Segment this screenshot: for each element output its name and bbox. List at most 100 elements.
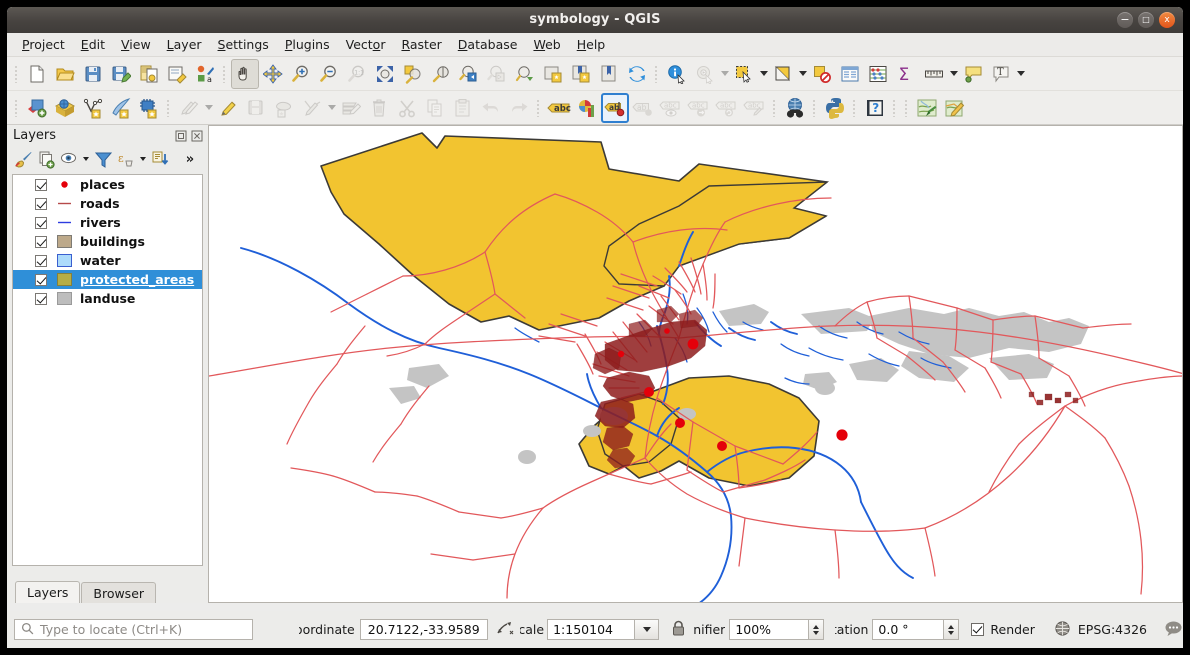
layer-diagram-icon[interactable] (573, 93, 601, 123)
rotation-field[interactable]: 0.0 ° (872, 619, 944, 640)
grass-edit-icon[interactable] (941, 93, 969, 123)
statistical-summary-icon[interactable]: Σ (892, 59, 920, 89)
more-options-icon[interactable]: » (180, 148, 200, 170)
add-feature-icon[interactable] (270, 93, 298, 123)
layers-tree[interactable]: places roads rivers (12, 174, 203, 566)
open-attribute-table-icon[interactable] (836, 59, 864, 89)
pan-map-to-selection-icon[interactable] (259, 59, 287, 89)
toolbar-grip[interactable] (891, 97, 899, 119)
grass-open-mapset-icon[interactable] (913, 93, 941, 123)
maximize-button[interactable]: □ (1138, 12, 1154, 28)
magnifier-spinner[interactable] (809, 619, 824, 640)
zoom-next-icon[interactable] (483, 59, 511, 89)
toggle-editing-icon[interactable] (214, 93, 242, 123)
move-label-icon[interactable]: abc (685, 93, 713, 123)
open-project-icon[interactable] (51, 59, 79, 89)
toolbar-grip[interactable] (535, 97, 543, 119)
map-tips-icon[interactable] (959, 59, 987, 89)
minimize-button[interactable]: − (1117, 12, 1133, 28)
select-features-icon[interactable] (730, 59, 758, 89)
add-group-icon[interactable] (35, 148, 57, 170)
menu-raster[interactable]: Raster (393, 35, 449, 54)
toolbar-grip[interactable] (13, 63, 21, 85)
map-canvas[interactable] (208, 125, 1183, 603)
new-project-icon[interactable] (23, 59, 51, 89)
measure-dropdown[interactable] (948, 59, 959, 89)
select-features-dropdown[interactable] (758, 59, 769, 89)
field-calculator-icon[interactable] (864, 59, 892, 89)
layer-row-rivers[interactable]: rivers (13, 213, 202, 232)
open-layer-styling-panel-icon[interactable] (12, 148, 34, 170)
menu-plugins[interactable]: Plugins (277, 35, 338, 54)
new-map-view-icon[interactable] (511, 59, 539, 89)
paste-features-icon[interactable] (449, 93, 477, 123)
menu-web[interactable]: Web (525, 35, 568, 54)
zoom-full-icon[interactable] (371, 59, 399, 89)
layer-visibility-checkbox[interactable] (35, 217, 47, 229)
new-bookmark-icon[interactable] (567, 59, 595, 89)
zoom-in-icon[interactable] (287, 59, 315, 89)
layer-visibility-checkbox[interactable] (35, 255, 47, 267)
pan-map-icon[interactable] (231, 59, 259, 89)
filter-legend-icon[interactable] (92, 148, 114, 170)
menu-layer[interactable]: Layer (159, 35, 210, 54)
manage-map-themes-dropdown[interactable] (81, 148, 91, 170)
toolbar-grip[interactable] (221, 63, 229, 85)
cut-features-icon[interactable] (393, 93, 421, 123)
close-button[interactable]: x (1159, 12, 1175, 28)
show-bookmarks-icon[interactable] (539, 59, 567, 89)
filter-legend-by-expression-icon[interactable]: ε (115, 148, 137, 170)
zoom-last-icon[interactable] (455, 59, 483, 89)
filter-legend-expression-dropdown[interactable] (138, 148, 148, 170)
menu-vector[interactable]: Vector (338, 35, 394, 54)
identify-features-icon[interactable] (663, 59, 691, 89)
add-vector-layer-icon[interactable] (23, 93, 51, 123)
rotate-label-icon[interactable]: abc (713, 93, 741, 123)
metasearch-icon[interactable] (781, 93, 809, 123)
bookmark-icon[interactable] (595, 59, 623, 89)
change-label-icon[interactable]: abc (741, 93, 769, 123)
menu-edit[interactable]: Edit (73, 35, 113, 54)
menu-project[interactable]: Project (14, 35, 73, 54)
style-manager-icon[interactable]: a (191, 59, 219, 89)
toolbar-grip[interactable] (811, 97, 819, 119)
crs-globe-icon[interactable] (1054, 620, 1071, 640)
zoom-native-resolution-icon[interactable]: 1:1 (343, 59, 371, 89)
scale-field[interactable]: 1:150104 (547, 619, 635, 640)
text-annotation-icon[interactable]: T (987, 59, 1015, 89)
locator-bar[interactable]: Type to locate (Ctrl+K) (14, 619, 253, 640)
run-feature-action-icon[interactable] (691, 59, 719, 89)
toolbar-grip[interactable] (903, 97, 911, 119)
magnifier-field[interactable]: 100% (729, 619, 809, 640)
select-by-polygon-icon[interactable] (769, 59, 797, 89)
current-edits-icon[interactable] (175, 93, 203, 123)
layer-visibility-checkbox[interactable] (35, 179, 47, 191)
layer-visibility-checkbox[interactable] (35, 293, 47, 305)
select-by-polygon-dropdown[interactable] (797, 59, 808, 89)
menu-database[interactable]: Database (450, 35, 526, 54)
layer-row-water[interactable]: water (13, 251, 202, 270)
layer-row-roads[interactable]: roads (13, 194, 202, 213)
toolbar-grip[interactable] (851, 97, 859, 119)
rotation-spinner[interactable] (944, 619, 959, 640)
add-raster-layer-icon[interactable] (51, 93, 79, 123)
coordinate-field[interactable]: 20.7122,-33.9589 (360, 619, 488, 640)
menu-settings[interactable]: Settings (210, 35, 277, 54)
modify-attributes-icon[interactable] (337, 93, 365, 123)
vertex-tool-dropdown[interactable] (326, 93, 337, 123)
save-layer-edits-icon[interactable] (242, 93, 270, 123)
refresh-icon[interactable] (623, 59, 651, 89)
toolbar-grip[interactable] (165, 97, 173, 119)
float-panel-icon[interactable] (174, 129, 188, 143)
new-geopackage-layer-icon[interactable] (79, 93, 107, 123)
layer-row-protected-areas[interactable]: protected_areas (13, 270, 202, 289)
save-project-icon[interactable] (79, 59, 107, 89)
deselect-features-icon[interactable] (808, 59, 836, 89)
scale-dropdown-button[interactable] (635, 619, 659, 640)
toolbar-grip[interactable] (771, 97, 779, 119)
menu-help[interactable]: Help (569, 35, 614, 54)
redo-icon[interactable] (505, 93, 533, 123)
tab-browser[interactable]: Browser (81, 582, 156, 603)
expand-all-icon[interactable] (149, 148, 171, 170)
current-edits-dropdown[interactable] (203, 93, 214, 123)
